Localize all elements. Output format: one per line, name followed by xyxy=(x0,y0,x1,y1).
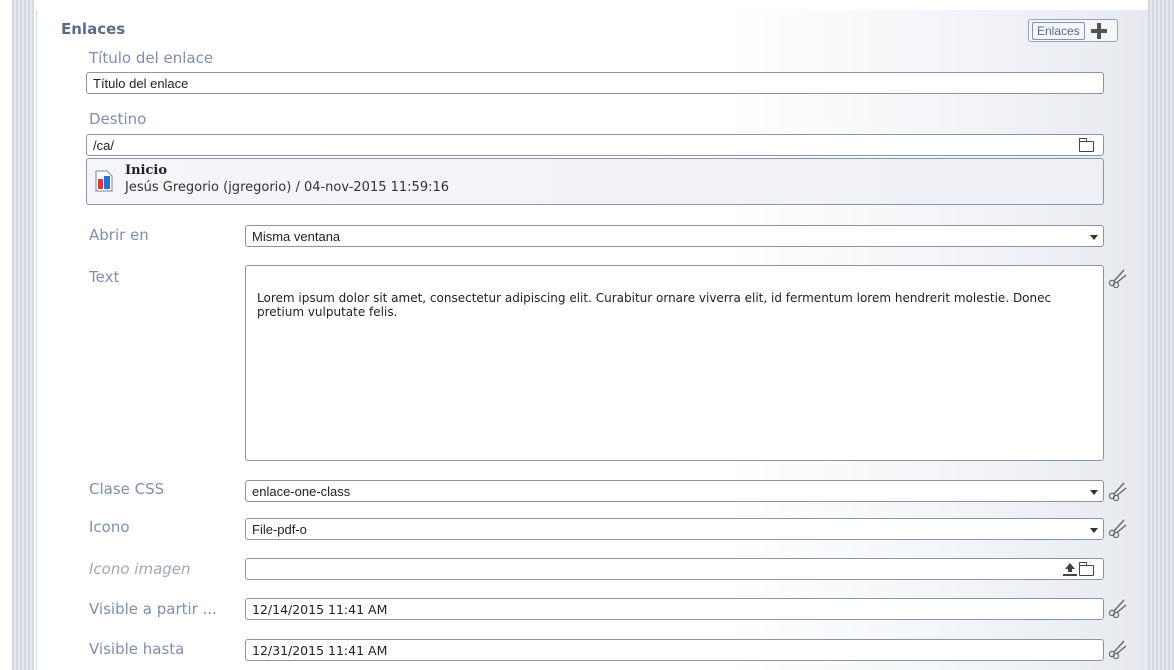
css-class-select[interactable]: enlace-one-class xyxy=(245,480,1104,502)
text-value: Lorem ipsum dolor sit amet, consectetur … xyxy=(257,291,1052,319)
chevron-down-icon xyxy=(1090,490,1098,495)
icon-image-input[interactable] xyxy=(245,558,1104,580)
icon-label: Icono xyxy=(89,518,130,536)
icon-value: File-pdf-o xyxy=(252,521,307,537)
destination-page-name: Inicio xyxy=(125,163,167,178)
destination-label: Destino xyxy=(89,110,147,128)
scissors-icon[interactable] xyxy=(1108,268,1128,288)
folder-icon[interactable] xyxy=(1078,138,1094,152)
scissors-icon[interactable] xyxy=(1108,598,1128,618)
visible-until-label: Visible hasta xyxy=(89,640,185,658)
scissors-icon[interactable] xyxy=(1108,481,1128,501)
destination-input[interactable]: /ca/ xyxy=(86,134,1104,156)
upload-icon[interactable] xyxy=(1063,563,1077,577)
text-area[interactable]: Lorem ipsum dolor sit amet, consectetur … xyxy=(245,265,1104,461)
open-in-label: Abrir en xyxy=(89,226,149,244)
chevron-down-icon xyxy=(1090,528,1098,533)
section-title: Enlaces xyxy=(61,20,126,38)
scissors-icon[interactable] xyxy=(1108,518,1128,538)
visible-until-value: 12/31/2015 11:41 AM xyxy=(252,642,388,658)
left-border-stripes xyxy=(12,0,34,670)
visible-from-input[interactable]: 12/14/2015 11:41 AM xyxy=(245,598,1104,620)
visible-from-label: Visible a partir ... xyxy=(89,600,217,618)
visible-until-input[interactable]: 12/31/2015 11:41 AM xyxy=(245,639,1104,661)
open-in-value: Misma ventana xyxy=(252,228,341,244)
visible-from-value: 12/14/2015 11:41 AM xyxy=(252,601,388,617)
destination-value: /ca/ xyxy=(93,137,114,153)
chevron-down-icon xyxy=(1090,235,1098,240)
text-label: Text xyxy=(89,268,120,286)
link-title-label: Título del enlace xyxy=(89,49,214,67)
destination-page-meta: Jesús Gregorio (jgregorio) / 04-nov-2015… xyxy=(125,180,450,195)
destination-page-card[interactable]: Inicio Jesús Gregorio (jgregorio) / 04-n… xyxy=(86,158,1104,205)
folder-icon[interactable] xyxy=(1078,562,1094,576)
scissors-icon[interactable] xyxy=(1108,639,1128,659)
add-link-button[interactable]: Enlaces xyxy=(1028,19,1118,42)
css-class-label: Clase CSS xyxy=(89,480,165,498)
open-in-select[interactable]: Misma ventana xyxy=(245,225,1104,247)
plus-icon xyxy=(1089,21,1109,41)
right-border-stripes xyxy=(1148,0,1174,670)
icon-image-label: Icono imagen xyxy=(89,560,191,578)
link-title-input[interactable]: Título del enlace xyxy=(86,72,1104,94)
css-class-value: enlace-one-class xyxy=(252,483,351,499)
icon-select[interactable]: File-pdf-o xyxy=(245,518,1104,540)
document-icon xyxy=(95,170,113,192)
link-title-value: Título del enlace xyxy=(93,75,189,91)
add-link-button-label: Enlaces xyxy=(1032,21,1085,40)
